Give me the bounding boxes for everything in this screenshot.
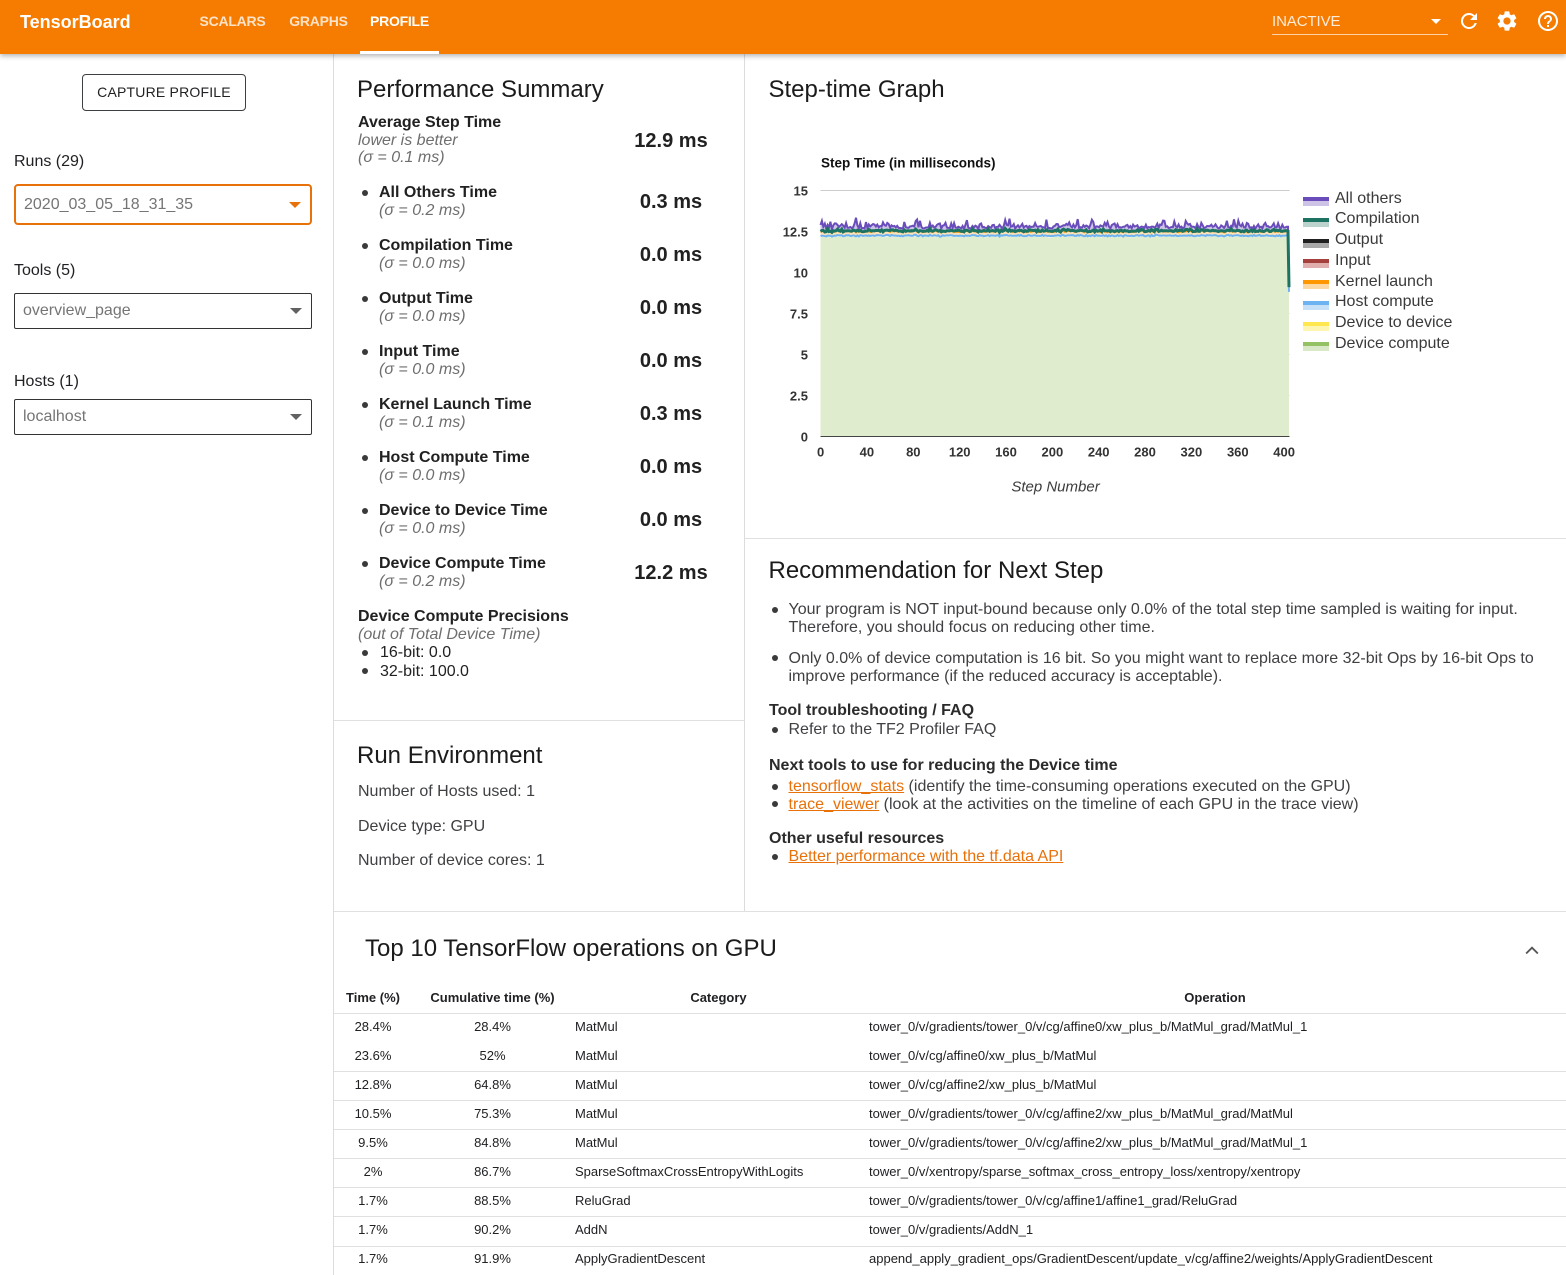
svg-text:320: 320 [1181,445,1203,460]
svg-text:Step Time (in milliseconds): Step Time (in milliseconds) [821,156,996,171]
svg-text:7.5: 7.5 [790,306,808,321]
svg-text:0: 0 [817,445,824,460]
svg-text:15: 15 [794,183,808,198]
svg-text:40: 40 [860,445,874,460]
svg-text:360: 360 [1227,445,1249,460]
svg-text:200: 200 [1042,445,1064,460]
svg-text:160: 160 [995,445,1017,460]
svg-text:10: 10 [794,265,808,280]
svg-text:280: 280 [1134,445,1156,460]
svg-text:2.5: 2.5 [790,388,808,403]
svg-text:12.5: 12.5 [783,224,808,239]
svg-text:Step Number: Step Number [1011,479,1100,496]
svg-text:80: 80 [906,445,920,460]
svg-text:0: 0 [801,429,808,444]
svg-text:120: 120 [949,445,971,460]
svg-text:240: 240 [1088,445,1110,460]
svg-text:400: 400 [1273,445,1295,460]
svg-text:5: 5 [801,347,808,362]
